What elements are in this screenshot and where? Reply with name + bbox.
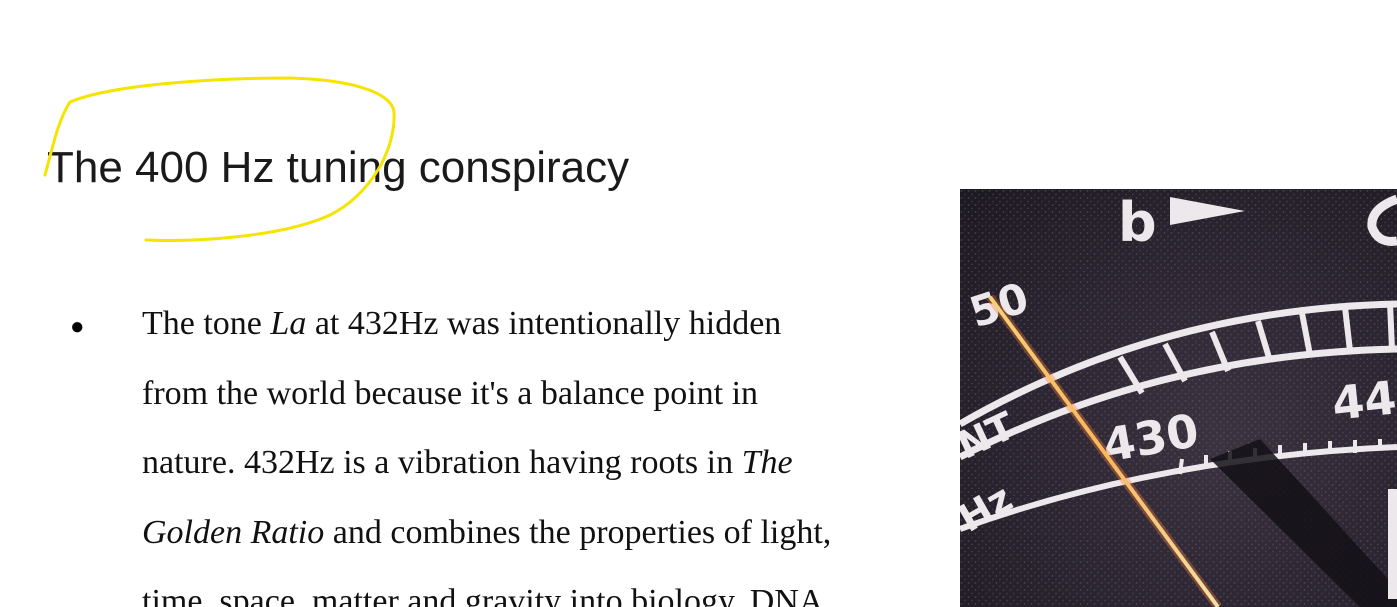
bullet-marker: ●: [70, 314, 85, 340]
tuner-dial-graphic: b 50 430 44 NT Hz: [960, 189, 1397, 607]
slide-page: The 400 Hz tuning conspiracy ● The tone …: [0, 0, 1397, 607]
bullet-text-segment: from the world because it's a balance po…: [142, 374, 759, 412]
tuner-dial-image: b 50 430 44 NT Hz: [960, 189, 1397, 607]
bullet-text-segment: and combines the properties of light,: [324, 513, 832, 551]
bullet-line: Golden Ratio and combines the properties…: [142, 498, 942, 568]
bullet-line: from the world because it's a balance po…: [142, 359, 942, 429]
bullet-paragraph: The tone La at 432Hz was intentionally h…: [142, 289, 942, 607]
bullet-text-italic: La: [270, 305, 307, 342]
dial-right-bar: [1388, 489, 1397, 599]
bullet-text-segment: at 432Hz was intentionally hidden: [306, 305, 782, 342]
bullet-text-italic: Golden Ratio: [142, 513, 325, 551]
bullet-text-italic: The: [741, 444, 793, 481]
slide-title: The 400 Hz tuning conspiracy: [47, 143, 630, 192]
bullet-text-segment: The tone: [142, 305, 271, 342]
bullet-text-segment: nature. 432Hz is a vibration having root…: [142, 444, 742, 481]
dial-top-glyph: b: [1118, 191, 1157, 254]
bullet-line: time, space, matter and gravity into bio…: [142, 567, 942, 607]
dial-label-44: 44: [1330, 370, 1397, 430]
bullet-text-segment: time, space, matter and gravity into bio…: [142, 583, 824, 607]
bullet-line: The tone La at 432Hz was intentionally h…: [142, 289, 942, 359]
bullet-line: nature. 432Hz is a vibration having root…: [142, 428, 942, 498]
